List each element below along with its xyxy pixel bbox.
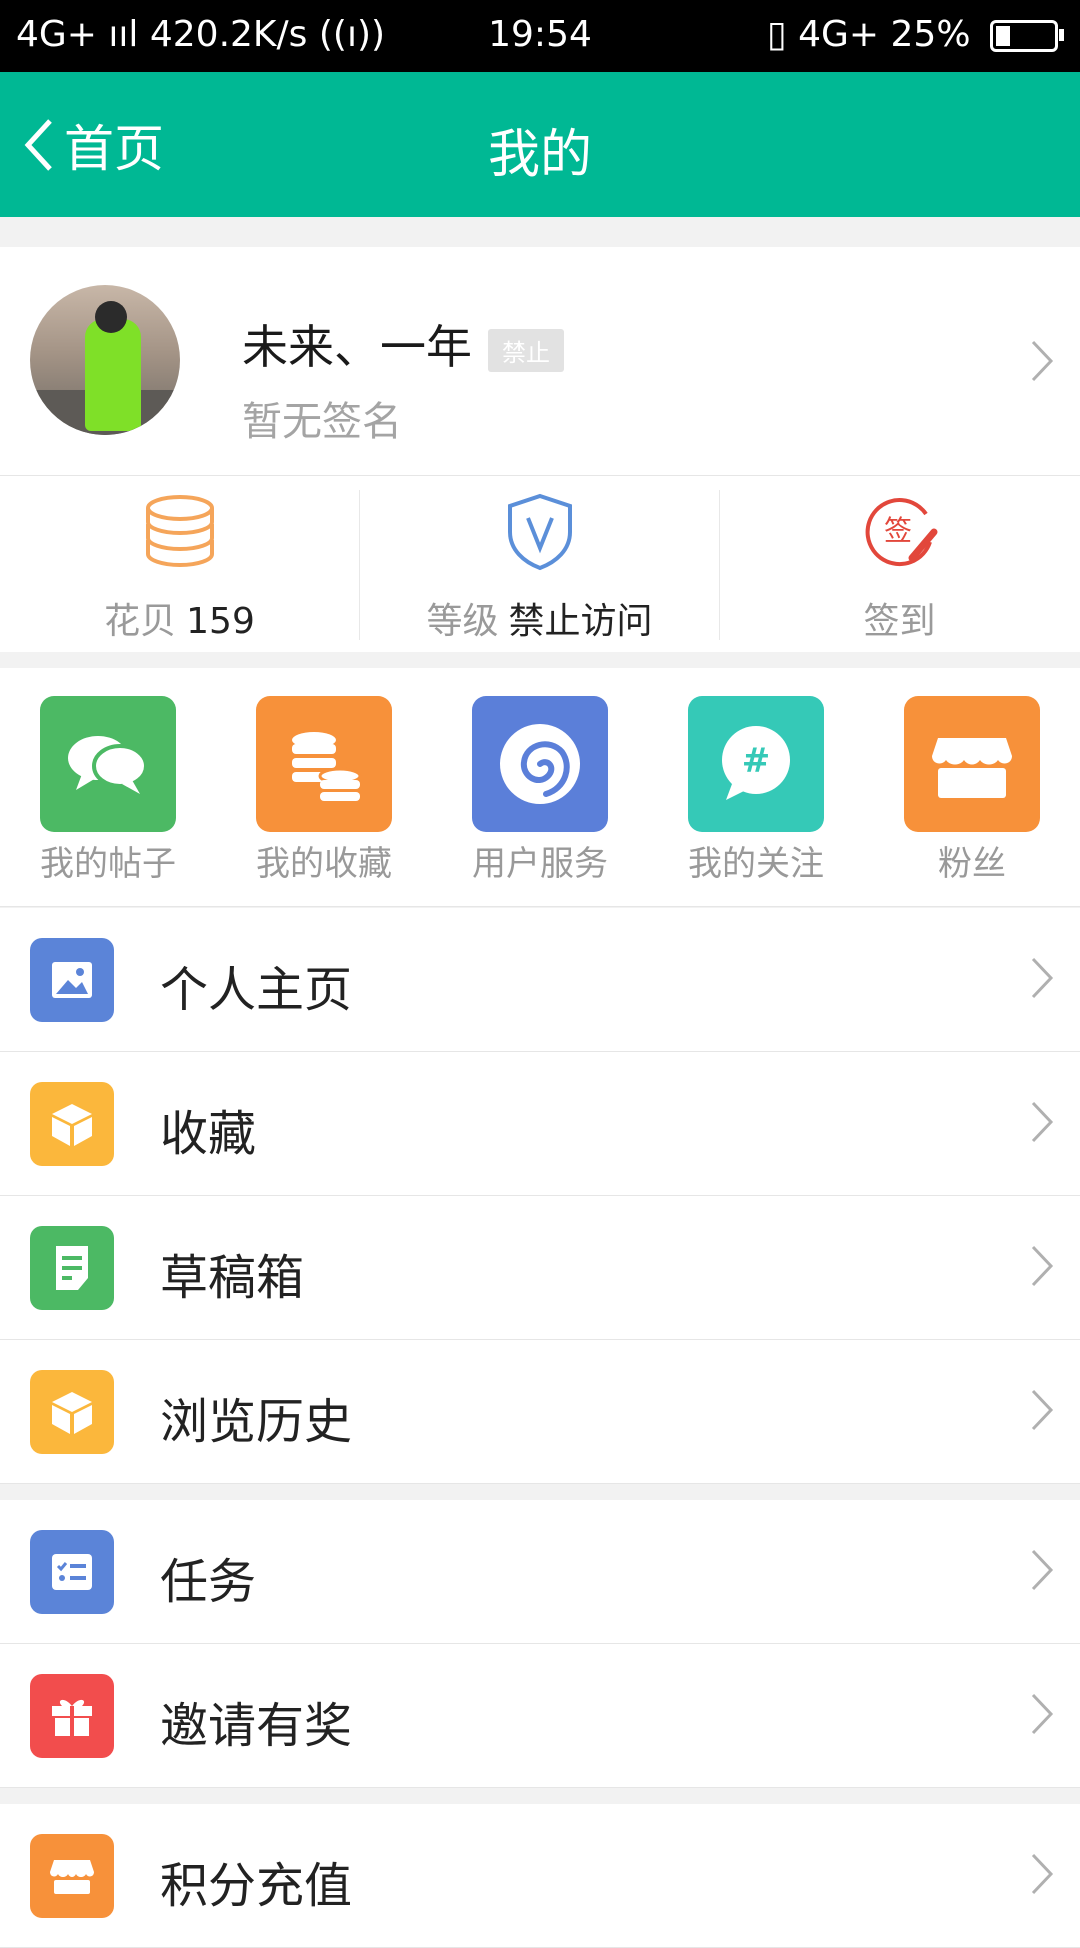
svg-text:签: 签 — [884, 514, 912, 547]
coins-icon — [292, 732, 362, 801]
coins-value: 159 — [186, 601, 255, 642]
row-icon-bg — [30, 1226, 114, 1310]
row-label: 邀请有奖 — [160, 1698, 353, 1754]
quick-user-service[interactable]: 用户服务 — [432, 696, 648, 885]
quick-my-posts[interactable]: 我的帖子 — [0, 696, 216, 885]
quick-tile: # — [688, 696, 824, 832]
stat-coins[interactable]: 花贝 159 — [0, 476, 359, 652]
chat-bubbles-icon — [68, 736, 148, 794]
shop-icon — [932, 738, 1012, 798]
chevron-right-icon — [1031, 1549, 1054, 1591]
quick-my-follows[interactable]: # 我的关注 — [648, 696, 864, 885]
quick-label: 我的收藏 — [256, 844, 392, 884]
status-bar: 4G+ ııl 420.2K/s ((ı)) 19:54 ▯ 4G+ 25% — [0, 0, 1080, 72]
row-icon-bg — [30, 1530, 114, 1614]
battery-icon — [990, 20, 1064, 52]
menu-row-profile-page[interactable]: 个人主页 — [0, 908, 1080, 1052]
chevron-right-icon — [1031, 1245, 1054, 1287]
box-icon — [52, 1104, 92, 1146]
coin-stack-icon — [146, 495, 214, 568]
quick-my-favorites[interactable]: 我的收藏 — [216, 696, 432, 885]
box-icon — [52, 1392, 92, 1434]
stat-level-label: 等级 禁止访问 — [360, 592, 719, 644]
level-value: 禁止访问 — [508, 601, 653, 642]
avatar[interactable] — [30, 285, 180, 435]
menu-row-tasks[interactable]: 任务 — [0, 1500, 1080, 1644]
menu-row-favorites[interactable]: 收藏 — [0, 1052, 1080, 1196]
user-name-line: 未来、一年 禁止 — [242, 311, 564, 377]
quick-tile — [256, 696, 392, 832]
quick-tile — [472, 696, 608, 832]
row-label: 积分充值 — [160, 1858, 353, 1914]
checkin-stamp-icon: 签 — [865, 498, 938, 567]
stat-checkin[interactable]: 签 签到 — [720, 476, 1079, 652]
status-right-info: ▯ 4G+ 25% — [766, 14, 1064, 55]
quick-fans[interactable]: 粉丝 — [864, 696, 1080, 885]
row-icon-bg — [30, 1082, 114, 1166]
stat-coins-label: 花贝 159 — [0, 592, 359, 644]
user-name: 未来、一年 — [242, 320, 472, 374]
coins-label: 花贝 — [104, 601, 177, 642]
chevron-right-icon — [1031, 1389, 1054, 1431]
hashtag-bubble-icon: # — [722, 726, 790, 800]
checklist-icon — [52, 1554, 92, 1590]
quick-tile — [40, 696, 176, 832]
quick-label: 粉丝 — [938, 844, 1006, 884]
stats-bar: 花贝 159 等级 禁止访问 签 签到 — [0, 476, 1080, 652]
quick-tile — [904, 696, 1040, 832]
image-icon — [52, 962, 92, 998]
chevron-right-icon — [1031, 340, 1054, 382]
menu-row-history[interactable]: 浏览历史 — [0, 1340, 1080, 1484]
spiral-icon — [500, 724, 580, 804]
menu-row-recharge[interactable]: 积分充值 — [0, 1804, 1080, 1948]
row-label: 收藏 — [160, 1106, 257, 1162]
chevron-right-icon — [1031, 1693, 1054, 1735]
shop-icon — [50, 1860, 94, 1894]
quick-label: 用户服务 — [472, 844, 608, 884]
avatar-figure — [85, 319, 141, 431]
row-icon-bg — [30, 1370, 114, 1454]
checkin-label: 签到 — [863, 601, 936, 642]
page-title: 我的 — [487, 125, 592, 185]
row-label: 草稿箱 — [160, 1250, 305, 1306]
row-label: 浏览历史 — [160, 1394, 353, 1450]
svg-text:#: # — [742, 741, 771, 781]
chevron-right-icon — [1031, 957, 1054, 999]
document-icon — [56, 1246, 88, 1290]
avatar-head — [95, 301, 127, 333]
row-icon-bg — [30, 1834, 114, 1918]
status-badge: 禁止 — [488, 329, 564, 372]
chevron-right-icon — [1031, 1101, 1054, 1143]
stat-level[interactable]: 等级 禁止访问 — [360, 476, 719, 652]
nav-bar: 首页 我的 — [0, 72, 1080, 217]
quick-actions: 我的帖子 我的收藏 用户服务 # 我的关注 粉丝 — [0, 668, 1080, 907]
row-icon-bg — [30, 938, 114, 1022]
profile-card[interactable]: 未来、一年 禁止 暂无签名 — [0, 247, 1080, 476]
row-label: 个人主页 — [160, 962, 353, 1018]
chevron-right-icon — [1031, 1853, 1054, 1895]
menu-row-drafts[interactable]: 草稿箱 — [0, 1196, 1080, 1340]
menu-row-invite[interactable]: 邀请有奖 — [0, 1644, 1080, 1788]
row-icon-bg — [30, 1674, 114, 1758]
level-label: 等级 — [426, 601, 499, 642]
battery-fill — [996, 26, 1010, 46]
quick-label: 我的关注 — [688, 844, 824, 884]
row-label: 任务 — [160, 1554, 257, 1610]
status-battery-text: ▯ 4G+ 25% — [766, 14, 971, 55]
user-signature: 暂无签名 — [242, 399, 402, 445]
shield-icon — [508, 493, 572, 571]
gift-icon — [52, 1699, 92, 1736]
quick-label: 我的帖子 — [40, 844, 176, 884]
